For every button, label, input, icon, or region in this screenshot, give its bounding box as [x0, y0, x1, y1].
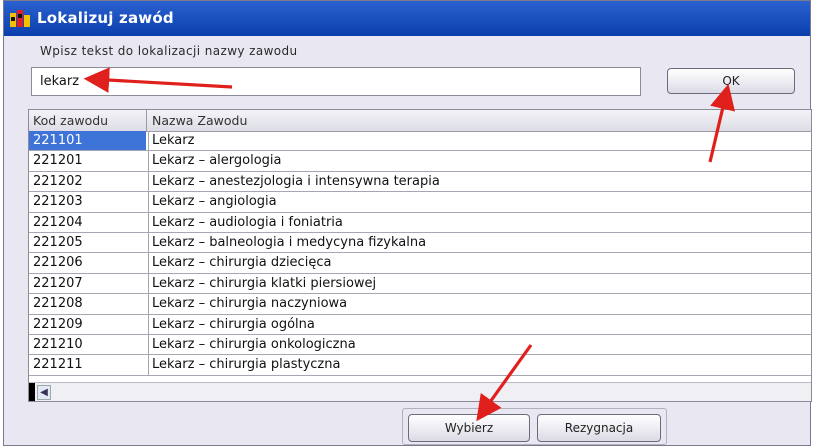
ok-button[interactable]: OK — [667, 68, 795, 94]
table-row[interactable]: 221201 Lekarz – alergologia — [29, 151, 811, 172]
occupation-code-cell: 221101 — [29, 131, 146, 151]
table-row[interactable]: 221206 Lekarz – chirurgia dziecięca — [29, 253, 811, 274]
title-bar: Lokalizuj zawód — [4, 1, 810, 36]
occupation-name-cell: Lekarz – chirurgia plastyczna — [148, 355, 340, 375]
table-body: 221101 Lekarz 221201 Lekarz – alergologia 22… — [29, 131, 811, 376]
scrollbar-thumb[interactable] — [29, 383, 35, 401]
occupation-name-cell: Lekarz – balneologia i medycyna fizykaln… — [148, 232, 426, 253]
table-row[interactable]: 221202 Lekarz – anestezjologia i intensyw… — [29, 171, 811, 193]
occupation-name-cell: Lekarz – chirurgia klatki piersiowej — [148, 273, 376, 294]
occupation-name-cell: Lekarz – chirurgia ogólna — [148, 314, 315, 334]
table-row[interactable]: 221101 Lekarz — [29, 131, 811, 152]
table-row[interactable]: 221210 Lekarz – chirurgia onkologiczna — [29, 334, 811, 356]
occupation-code-cell: 221210 — [33, 336, 83, 352]
occupation-code-cell: 221205 — [33, 234, 83, 250]
occupation-code-cell: 221211 — [33, 357, 83, 373]
column-header-name[interactable]: Nazwa Zawodu — [152, 113, 247, 128]
column-header-code[interactable]: Kod zawodu — [33, 113, 108, 128]
horizontal-scrollbar[interactable]: ◀ — [29, 382, 811, 401]
table-header: Kod zawodu Nazwa Zawodu — [29, 110, 811, 132]
occupation-code-cell: 221209 — [33, 316, 83, 332]
occupation-name-cell: Lekarz – audiologia i foniatria — [148, 212, 343, 232]
table-row[interactable]: 221205 Lekarz – balneologia i medycyna fi… — [29, 232, 811, 254]
table-row[interactable]: 221204 Lekarz – audiologia i foniatria — [29, 212, 811, 233]
occupation-table[interactable]: Kod zawodu Nazwa Zawodu 221101 Lekarz 2212… — [28, 109, 812, 402]
occupation-code-cell: 221207 — [33, 275, 83, 291]
window-title: Lokalizuj zawód — [37, 9, 174, 27]
occupation-name-cell: Lekarz – alergologia — [148, 151, 282, 171]
table-row[interactable]: 221207 Lekarz – chirurgia klatki piersiow… — [29, 273, 811, 295]
locate-occupation-dialog: Lokalizuj zawód Wpisz tekst do lokalizac… — [3, 0, 812, 446]
cancel-button[interactable]: Rezygnacja — [537, 414, 661, 442]
occupation-name-cell: Lekarz – anestezjologia i intensywna ter… — [148, 171, 440, 192]
occupation-code-cell: 221204 — [33, 214, 83, 230]
occupation-code-cell: 221202 — [33, 173, 83, 189]
scroll-left-arrow-icon[interactable]: ◀ — [37, 385, 51, 400]
app-icon — [10, 10, 30, 27]
occupation-name-cell: Lekarz – chirurgia dziecięca — [148, 253, 331, 273]
table-row[interactable]: 221203 Lekarz – angiologia — [29, 192, 811, 213]
search-input[interactable] — [31, 67, 641, 96]
occupation-name-cell: Lekarz – angiologia — [148, 192, 277, 212]
occupation-code-cell: 221206 — [33, 255, 83, 271]
table-row[interactable]: 221211 Lekarz – chirurgia plastyczna — [29, 355, 811, 376]
occupation-code-cell: 221203 — [33, 194, 83, 210]
occupation-name-cell: Lekarz — [148, 131, 194, 151]
select-button[interactable]: Wybierz — [408, 414, 530, 442]
occupation-name-cell: Lekarz – chirurgia onkologiczna — [148, 334, 356, 355]
table-row[interactable]: 221209 Lekarz – chirurgia ogólna — [29, 314, 811, 335]
occupation-code-cell: 221208 — [33, 296, 83, 312]
search-prompt-label: Wpisz tekst do lokalizacji nazwy zawodu — [40, 44, 298, 58]
table-row[interactable]: 221208 Lekarz – chirurgia naczyniowa — [29, 294, 811, 315]
occupation-name-cell: Lekarz – chirurgia naczyniowa — [148, 294, 347, 314]
occupation-code-cell: 221201 — [33, 153, 83, 169]
